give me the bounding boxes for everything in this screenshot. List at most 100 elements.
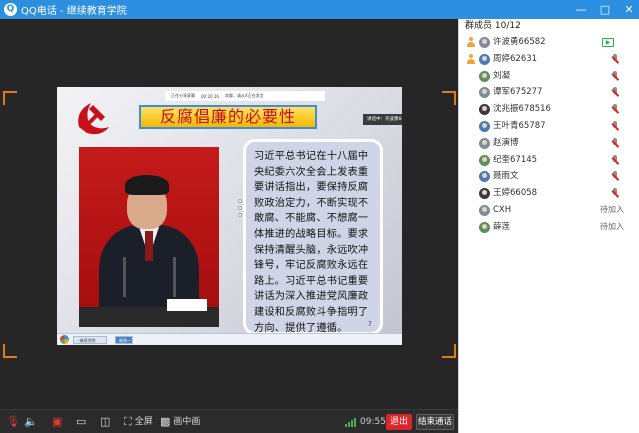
share-duration: 00:20:16: [201, 93, 219, 99]
member-row[interactable]: 谭军675277: [459, 84, 639, 101]
member-row[interactable]: 许波勇66582 ▶: [459, 34, 639, 51]
close-icon[interactable]: ✕: [623, 3, 635, 16]
slide-page-number: 7: [368, 321, 372, 328]
title-bar: Q QQ电话 - 继续教育学院 — □ ✕: [0, 0, 639, 19]
microphone-muted-icon[interactable]: [611, 53, 619, 65]
microphone-muted-button[interactable]: 🎙: [6, 416, 20, 428]
speaker-photo: [79, 147, 219, 327]
invite-button[interactable]: ◫: [100, 416, 110, 428]
photo-tie: [145, 231, 153, 261]
member-name: 刘凝: [493, 70, 511, 81]
camera-off-button[interactable]: ▣: [52, 416, 62, 428]
screen-share-info-strip: 正在分享屏幕 00:20:16 欢聊，请从X正在发言: [165, 91, 325, 101]
qq-call-window: Q QQ电话 - 继续教育学院 — □ ✕ 正在分享屏幕 00:20:16 欢聊…: [0, 0, 639, 433]
member-name: CXH: [493, 204, 512, 215]
call-toolbar: 🎙 🔈 ▣ ▭ ◫ ⛶ 全屏 ▩ 画中画 09:55 退出 结束通话: [0, 409, 458, 433]
member-row[interactable]: 王叶青65787: [459, 118, 639, 135]
member-row[interactable]: 赵演博: [459, 135, 639, 152]
frame-corner: [442, 91, 456, 105]
microphone-muted-icon[interactable]: [611, 120, 619, 132]
host-icon: [466, 37, 476, 47]
photo-hair: [125, 175, 169, 195]
camera-off-icon: ▣: [52, 415, 63, 428]
party-emblem-icon: [78, 103, 109, 135]
window-controls: — □ ✕: [575, 0, 635, 19]
slide-body-text: 习近平总书记在十八届中央纪委六次全会上发表重要讲话指出，要保持反腐败政治定力，不…: [243, 139, 383, 335]
member-row[interactable]: CXH 待加入: [459, 202, 639, 219]
member-name: 薛莲: [493, 221, 511, 232]
speaker-icon: 🔈: [24, 415, 38, 428]
fullscreen-icon: ⛶: [124, 415, 132, 428]
nameplate: [167, 299, 207, 311]
member-name: 谭军675277: [493, 87, 543, 98]
frame-corner: [3, 344, 17, 358]
qq-call-icon: Q: [4, 3, 17, 16]
end-call-button[interactable]: 结束通话: [416, 414, 454, 430]
avatar: [479, 37, 490, 48]
microphone-muted-icon[interactable]: [611, 154, 619, 166]
member-name: 沈兆振678516: [493, 104, 551, 115]
microphone-muted-icon[interactable]: [611, 104, 619, 115]
screen-share-icon: ▭: [76, 415, 87, 428]
microphone-muted-icon[interactable]: [611, 70, 619, 82]
fullscreen-button[interactable]: ⛶ 全屏: [124, 416, 153, 428]
avatar: [479, 70, 490, 82]
host-icon: [466, 53, 476, 64]
invite-icon: ◫: [100, 415, 111, 428]
taskbar-item: · 继续学院: [73, 336, 107, 344]
speaking-icon: ▶: [602, 38, 614, 47]
member-name: 周婷62631: [493, 53, 538, 64]
avatar: [479, 104, 490, 116]
shared-screen-area[interactable]: 正在分享屏幕 00:20:16 欢聊，请从X正在发言 反腐倡廉的必要性 讲话中：…: [0, 19, 458, 409]
member-name: 纪奎67145: [493, 154, 538, 165]
taskbar-item: 继承一下: [115, 336, 135, 344]
frame-corner: [3, 91, 17, 105]
member-row[interactable]: 周婷62631: [459, 51, 639, 68]
microphone-muted-icon[interactable]: [611, 188, 619, 199]
member-row[interactable]: 刘凝: [459, 68, 639, 85]
member-row[interactable]: 纪奎67145: [459, 152, 639, 169]
member-row[interactable]: 聂雨文: [459, 168, 639, 185]
window-title: QQ电话 - 继续教育学院: [21, 6, 127, 17]
member-panel: 群成员 10/12 许波勇66582 ▶ 周婷62631 刘凝谭军675277 沈兆振6…: [458, 19, 639, 433]
start-logo-icon: [60, 335, 69, 344]
member-status: 待加入: [600, 204, 624, 214]
member-list: 许波勇66582 ▶ 周婷62631 刘凝谭军675277 沈兆振678516 王叶青65…: [459, 34, 639, 236]
microphone: [123, 257, 126, 297]
shared-desktop-taskbar: · 继续学院 继承一下: [57, 333, 402, 345]
avatar: [479, 53, 490, 65]
avatar: [479, 120, 490, 132]
presentation-slide: 正在分享屏幕 00:20:16 欢聊，请从X正在发言 反腐倡廉的必要性 讲话中：…: [57, 87, 402, 345]
microphone: [173, 257, 176, 297]
picture-in-picture-icon: ▩: [160, 415, 171, 428]
member-row[interactable]: 王婷66058: [459, 185, 639, 202]
fullscreen-label: 全屏: [134, 417, 153, 427]
member-row[interactable]: 沈兆振678516: [459, 101, 639, 118]
speaker-button[interactable]: 🔈: [24, 416, 38, 428]
share-note: 欢聊，请从X正在发言: [224, 93, 264, 98]
member-name: 赵演博: [493, 137, 519, 148]
member-name: 许波勇66582: [493, 37, 546, 47]
member-status: 待加入: [600, 221, 624, 231]
avatar: [479, 204, 490, 216]
member-name: 王叶青65787: [493, 120, 546, 131]
screen-share-button[interactable]: ▭: [76, 416, 86, 428]
picture-in-picture-label: 画中画: [173, 417, 201, 427]
microphone-muted-icon[interactable]: [611, 87, 619, 98]
member-count-header: 群成员 10/12: [465, 21, 521, 31]
maximize-icon[interactable]: □: [599, 3, 611, 16]
member-row[interactable]: 薛莲 待加入: [459, 219, 639, 236]
avatar: [479, 188, 490, 200]
slide-title: 反腐倡廉的必要性: [139, 105, 317, 129]
speaking-indicator: 讲话中：许波勇66582: [363, 114, 402, 125]
microphone-muted-icon[interactable]: [611, 171, 619, 182]
avatar: [479, 137, 490, 149]
microphone-muted-icon[interactable]: [611, 137, 619, 149]
avatar: [479, 87, 490, 99]
minimize-icon[interactable]: —: [575, 3, 587, 16]
call-duration: 09:55: [360, 417, 386, 427]
exit-button[interactable]: 退出: [386, 414, 412, 430]
frame-corner: [442, 344, 456, 358]
share-status: 正在分享屏幕: [171, 93, 195, 98]
picture-in-picture-button[interactable]: ▩ 画中画: [160, 416, 200, 428]
